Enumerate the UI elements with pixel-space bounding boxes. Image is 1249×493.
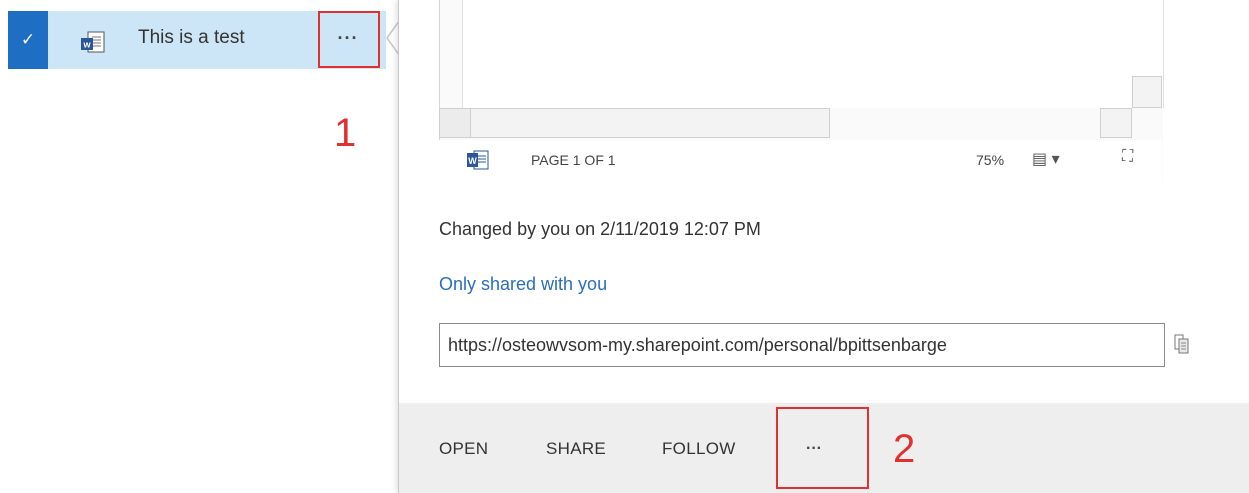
annotation-number-1: 1 <box>334 111 357 155</box>
follow-button[interactable]: FOLLOW <box>662 439 736 459</box>
checkmark-icon[interactable]: ✓ <box>8 11 48 69</box>
share-button[interactable]: SHARE <box>546 439 606 459</box>
annotation-highlight-more-actions <box>776 407 869 489</box>
scroll-right-arrow[interactable] <box>1132 76 1162 108</box>
preview-page <box>462 0 1164 108</box>
word-document-icon: w <box>81 31 105 53</box>
horizontal-scrollbar[interactable] <box>439 108 830 138</box>
callout-action-bar: OPEN SHARE FOLLOW ··· 2 <box>399 403 1249 493</box>
scroll-left-arrow[interactable] <box>439 108 471 138</box>
sharing-status-link[interactable]: Only shared with you <box>439 274 607 295</box>
svg-text:W: W <box>468 156 477 166</box>
document-callout: W PAGE 1 OF 1 75% ▤ ▾ ⛶ Changed by you o… <box>398 0 1249 493</box>
last-modified-text: Changed by you on 2/11/2019 12:07 PM <box>439 219 761 239</box>
file-name[interactable]: This is a test <box>138 27 245 49</box>
open-button[interactable]: OPEN <box>439 439 488 459</box>
scroll-corner <box>1100 108 1132 138</box>
document-url-field[interactable]: https://osteowvsom-my.sharepoint.com/per… <box>439 323 1165 367</box>
fit-to-window-icon[interactable]: ⛶ <box>1122 148 1133 166</box>
preview-status-bar: W PAGE 1 OF 1 75% ▤ ▾ ⛶ <box>439 140 1162 180</box>
word-icon: W <box>467 150 489 170</box>
annotation-highlight-more-options <box>318 11 380 68</box>
zoom-level[interactable]: 75% <box>976 152 1004 168</box>
view-mode-icon[interactable]: ▤ ▾ <box>1032 149 1060 169</box>
copy-to-clipboard-icon[interactable] <box>1174 333 1190 355</box>
svg-text:w: w <box>82 40 91 50</box>
page-count-label: PAGE 1 OF 1 <box>531 152 616 168</box>
annotation-number-2: 2 <box>893 427 916 471</box>
